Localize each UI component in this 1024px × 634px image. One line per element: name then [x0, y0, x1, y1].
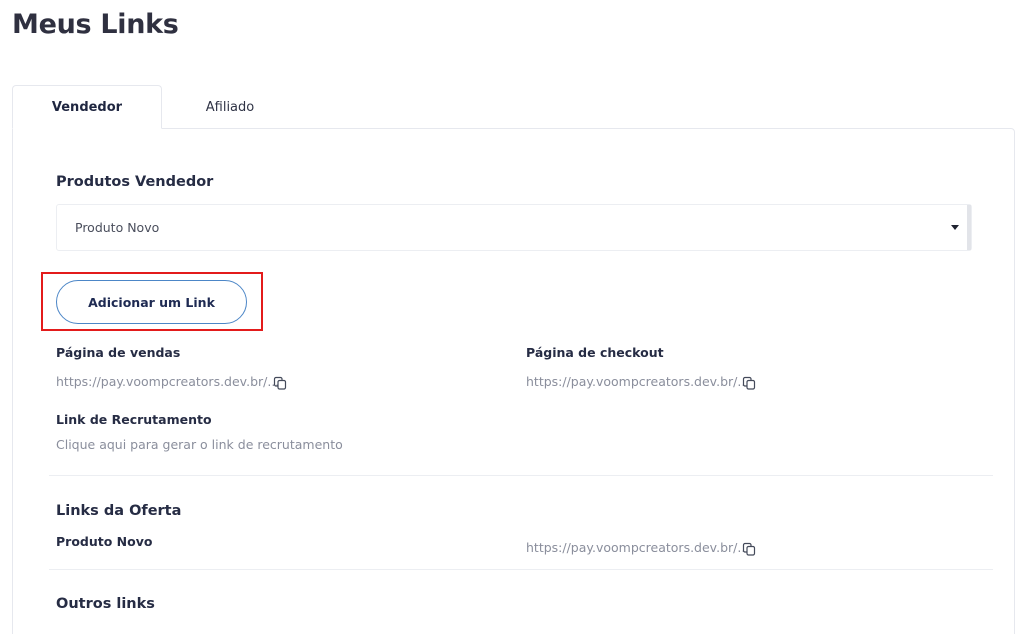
add-link-button[interactable]: Adicionar um Link [56, 280, 247, 324]
section-title-produtos-vendedor: Produtos Vendedor [56, 174, 214, 190]
sales-page-url[interactable]: https://pay.voompcreators.dev.br/... [56, 374, 279, 389]
copy-icon[interactable] [273, 376, 287, 390]
checkout-page-url[interactable]: https://pay.voompcreators.dev.br/... [526, 374, 749, 389]
section-title-links-oferta: Links da Oferta [56, 503, 182, 519]
sales-page-label: Página de vendas [56, 345, 181, 360]
copy-icon[interactable] [742, 542, 756, 556]
product-select-value: Produto Novo [75, 220, 160, 235]
generate-recruitment-link[interactable]: Clique aqui para gerar o link de recruta… [56, 437, 343, 452]
offer-product-name: Produto Novo [56, 534, 153, 549]
divider [49, 475, 993, 476]
copy-icon[interactable] [742, 376, 756, 390]
tab-bar: Vendedor Afiliado [12, 85, 298, 129]
divider [49, 569, 993, 570]
tab-afiliado[interactable]: Afiliado [162, 85, 298, 129]
recruitment-link-label: Link de Recrutamento [56, 412, 212, 427]
tab-vendedor[interactable]: Vendedor [12, 85, 162, 129]
tab-panel-vendedor: Produtos Vendedor Produto Novo Adicionar… [12, 128, 1015, 634]
page-title: Meus Links [12, 9, 179, 40]
product-select[interactable]: Produto Novo [56, 204, 972, 251]
offer-link-url[interactable]: https://pay.voompcreators.dev.br/... [526, 540, 749, 555]
select-scrollbar [967, 205, 971, 250]
section-title-outros-links: Outros links [56, 596, 155, 612]
caret-down-icon [951, 225, 959, 230]
checkout-page-label: Página de checkout [526, 345, 664, 360]
